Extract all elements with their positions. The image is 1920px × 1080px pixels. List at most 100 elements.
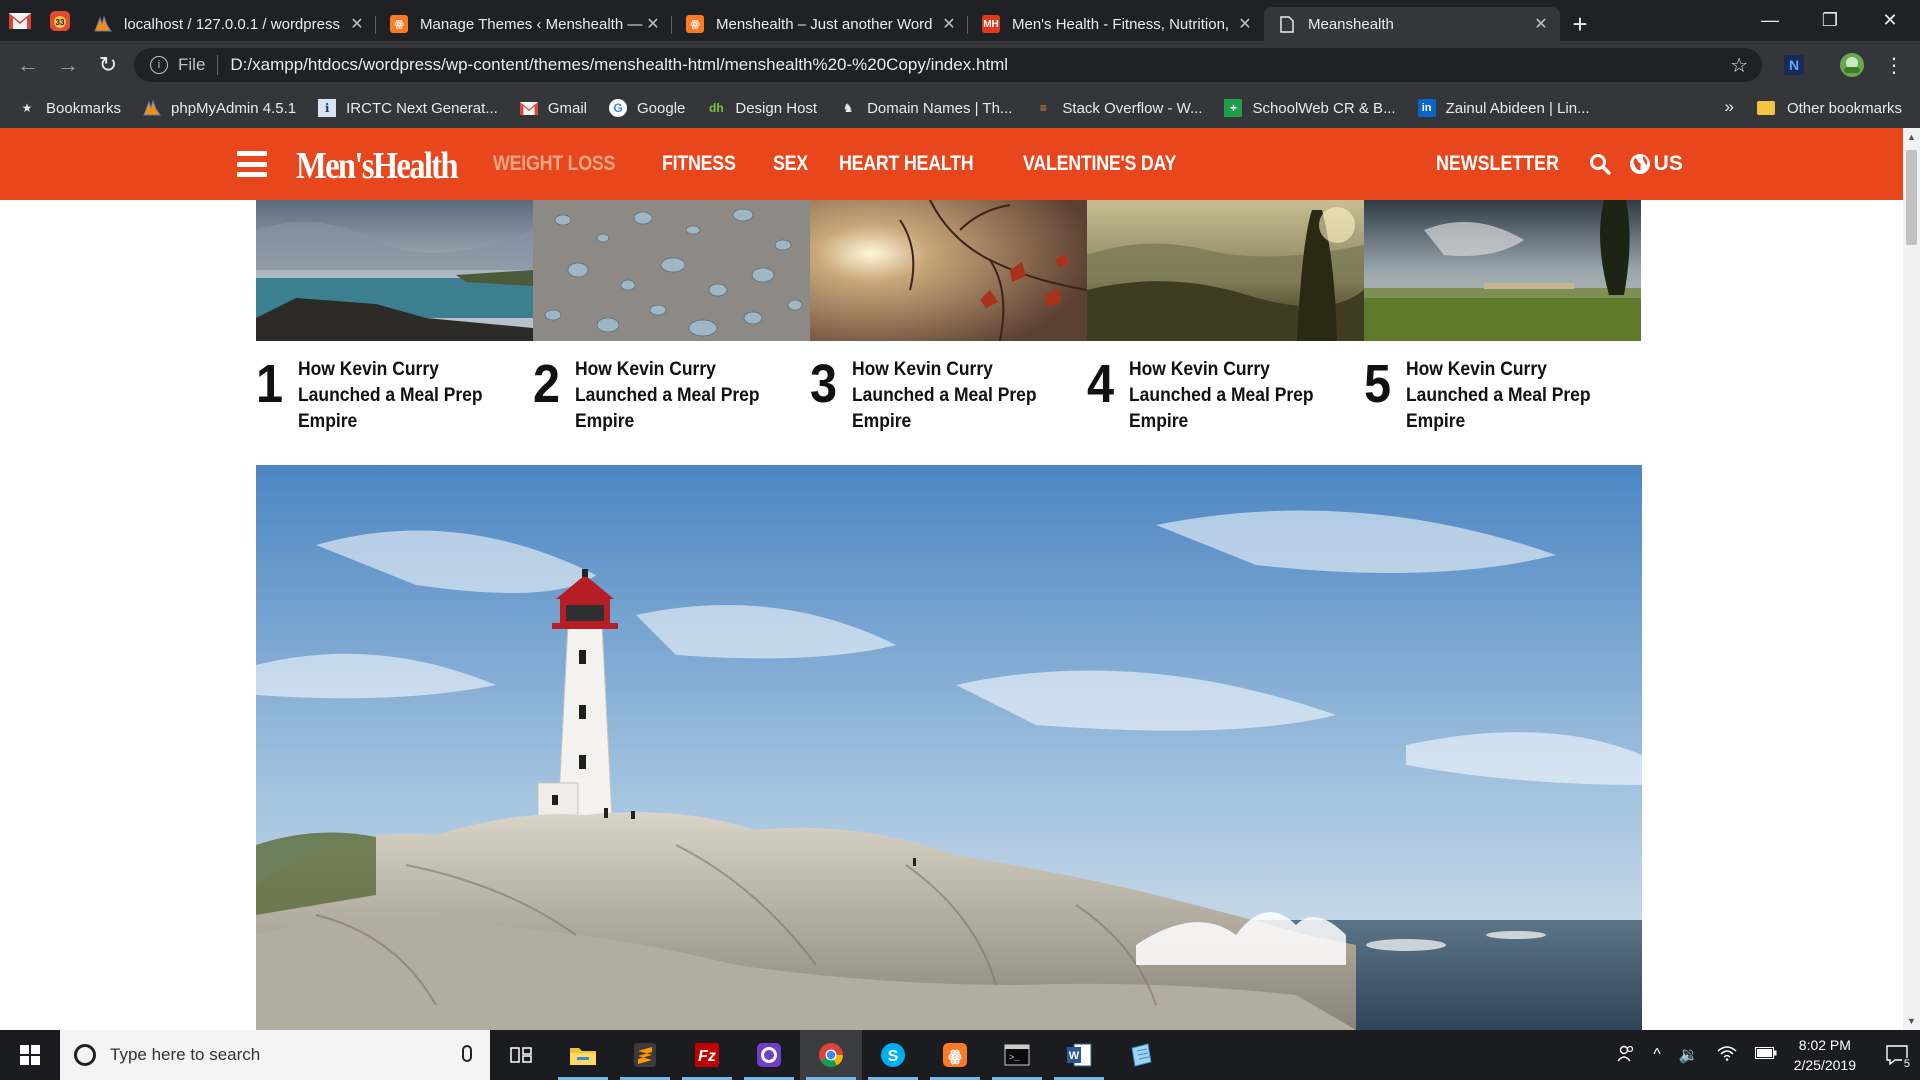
start-button[interactable] bbox=[0, 1030, 60, 1080]
tab-close-icon[interactable]: ✕ bbox=[1236, 14, 1254, 34]
nav-heart-health[interactable]: HEART HEALTH bbox=[839, 152, 974, 176]
trending-card[interactable]: 2 How Kevin Curry Launched a Meal Prep E… bbox=[533, 200, 810, 435]
bookmark-item[interactable]: ★ Bookmarks bbox=[18, 99, 121, 117]
pinned-tab-app[interactable]: 33 bbox=[40, 0, 80, 41]
trending-title[interactable]: How Kevin Curry Launched a Meal Prep Emp… bbox=[852, 357, 1068, 435]
designhost-icon: dh bbox=[709, 101, 724, 115]
microphone-icon[interactable] bbox=[462, 1045, 472, 1062]
task-view-icon[interactable] bbox=[490, 1030, 552, 1080]
chevron-up-icon[interactable]: ^ bbox=[1653, 1046, 1661, 1064]
trending-title[interactable]: How Kevin Curry Launched a Meal Prep Emp… bbox=[1406, 357, 1622, 435]
tab-close-icon[interactable]: ✕ bbox=[940, 14, 958, 34]
xampp-control-icon[interactable]: ꙮ bbox=[924, 1030, 986, 1080]
trending-rank: 3 bbox=[810, 354, 838, 414]
filezilla-icon[interactable]: Fz bbox=[676, 1030, 738, 1080]
bookmark-item[interactable]: + SchoolWeb CR & B... bbox=[1224, 99, 1396, 117]
new-tab-button[interactable]: + bbox=[1560, 7, 1600, 41]
taskbar-search-placeholder: Type here to search bbox=[110, 1045, 261, 1064]
tab-manage-themes[interactable]: ꙮ Manage Themes ‹ Menshealth — ✕ bbox=[376, 7, 672, 41]
taskbar-search[interactable]: Type here to search bbox=[60, 1030, 490, 1080]
main-nav: WEIGHT LOSS FITNESS SEX HEART HEALTH VAL… bbox=[493, 128, 1228, 200]
phpmyadmin-icon bbox=[94, 15, 112, 33]
tab-phpmyadmin[interactable]: localhost / 127.0.0.1 / wordpress ✕ bbox=[80, 7, 376, 41]
hamburger-menu-icon[interactable] bbox=[237, 151, 267, 177]
newsletter-link[interactable]: NEWSLETTER bbox=[1436, 152, 1559, 176]
region-selector[interactable]: US bbox=[1629, 152, 1683, 176]
tab-mens-health-official[interactable]: MH Men's Health - Fitness, Nutrition, ✕ bbox=[968, 7, 1264, 41]
minimize-icon[interactable]: — bbox=[1740, 0, 1800, 41]
tab-close-icon[interactable]: ✕ bbox=[644, 14, 662, 34]
trending-card[interactable]: 5 How Kevin Curry Launched a Meal Prep E… bbox=[1364, 200, 1641, 435]
forward-icon[interactable]: → bbox=[48, 45, 88, 85]
bookmark-item[interactable]: in Zainul Abideen | Lin... bbox=[1417, 99, 1590, 117]
trending-card[interactable]: 4 How Kevin Curry Launched a Meal Prep E… bbox=[1087, 200, 1364, 435]
bookmark-label: IRCTC Next Generat... bbox=[346, 99, 498, 117]
trending-card[interactable]: 3 How Kevin Curry Launched a Meal Prep E… bbox=[810, 199, 1088, 435]
search-icon[interactable] bbox=[1589, 151, 1615, 177]
nav-fitness[interactable]: FITNESS bbox=[662, 152, 736, 176]
nav-weight-loss[interactable]: WEIGHT LOSS bbox=[493, 152, 615, 176]
globe-icon bbox=[1629, 154, 1650, 174]
hero-image-lighthouse[interactable] bbox=[256, 465, 1642, 1030]
word-icon[interactable]: W bbox=[1048, 1030, 1110, 1080]
trending-title[interactable]: How Kevin Curry Launched a Meal Prep Emp… bbox=[298, 357, 514, 435]
trending-card[interactable]: 1 How Kevin Curry Launched a Meal Prep E… bbox=[256, 200, 533, 435]
notepad-icon[interactable] bbox=[1110, 1030, 1172, 1080]
trending-image-autumn-leaves bbox=[810, 199, 1088, 342]
system-clock[interactable]: 8:02 PM 2/25/2019 bbox=[1794, 1035, 1856, 1075]
wifi-icon[interactable] bbox=[1717, 1045, 1737, 1066]
nav-valentines-day[interactable]: VALENTINE'S DAY bbox=[1023, 152, 1176, 176]
trending-rank: 4 bbox=[1087, 354, 1115, 414]
tab-meanshealth-active[interactable]: Meanshealth ✕ bbox=[1264, 7, 1560, 41]
bookmark-item[interactable]: Gmail bbox=[519, 99, 587, 117]
terminal-icon[interactable]: >_ bbox=[986, 1030, 1048, 1080]
skype-icon[interactable]: S bbox=[862, 1030, 924, 1080]
tab-close-icon[interactable]: ✕ bbox=[348, 14, 366, 34]
chrome-icon[interactable] bbox=[800, 1030, 862, 1080]
other-bookmarks[interactable]: Other bookmarks bbox=[1756, 88, 1902, 128]
battery-icon[interactable] bbox=[1754, 1046, 1777, 1064]
bookmark-item[interactable]: phpMyAdmin 4.5.1 bbox=[143, 99, 296, 117]
tab-close-icon[interactable]: ✕ bbox=[1532, 14, 1550, 34]
bookmarks-overflow-icon[interactable]: » bbox=[1725, 97, 1734, 117]
people-icon[interactable] bbox=[1617, 1044, 1635, 1067]
tab-menshealth-wp[interactable]: ꙮ Menshealth – Just another Word ✕ bbox=[672, 7, 968, 41]
google-icon: G bbox=[609, 99, 627, 117]
address-url[interactable]: D:/xampp/htdocs/wordpress/wp-content/the… bbox=[230, 55, 1008, 75]
svg-text:>_: >_ bbox=[1009, 1053, 1020, 1063]
extension-n-icon[interactable]: N bbox=[1780, 51, 1808, 79]
scroll-down-arrow-icon[interactable]: ▼ bbox=[1907, 1016, 1916, 1026]
back-icon[interactable]: ← bbox=[8, 45, 48, 85]
page-scrollbar[interactable]: ▲ ▼ bbox=[1903, 128, 1920, 1030]
bookmark-star-icon[interactable]: ☆ bbox=[1730, 53, 1748, 78]
action-center-icon[interactable]: 5 bbox=[1874, 1030, 1920, 1080]
tab-title: Men's Health - Fitness, Nutrition, bbox=[1012, 15, 1230, 33]
bookmark-item[interactable]: ≡ Stack Overflow - W... bbox=[1034, 99, 1203, 117]
address-bar[interactable]: i File D:/xampp/htdocs/wordpress/wp-cont… bbox=[134, 48, 1762, 82]
domain-icon: ♞ bbox=[842, 101, 854, 115]
bookmark-item[interactable]: ℹ IRCTC Next Generat... bbox=[318, 99, 498, 117]
menu-kebab-icon[interactable]: ⋮ bbox=[1880, 51, 1908, 79]
scrollbar-thumb[interactable] bbox=[1906, 150, 1917, 245]
scroll-up-arrow-icon[interactable]: ▲ bbox=[1907, 132, 1916, 142]
close-window-icon[interactable]: ✕ bbox=[1860, 0, 1920, 41]
bookmark-item[interactable]: ♞ Domain Names | Th... bbox=[839, 99, 1013, 117]
site-logo[interactable]: Men'sHealth bbox=[296, 144, 459, 188]
file-explorer-icon[interactable] bbox=[552, 1030, 614, 1080]
svg-text:S: S bbox=[888, 1048, 899, 1065]
trending-title[interactable]: How Kevin Curry Launched a Meal Prep Emp… bbox=[1129, 357, 1345, 435]
trending-rank: 1 bbox=[256, 354, 284, 414]
trending-title[interactable]: How Kevin Curry Launched a Meal Prep Emp… bbox=[575, 357, 791, 435]
pinned-tab-gmail[interactable] bbox=[0, 0, 40, 41]
nav-sex[interactable]: SEX bbox=[773, 152, 808, 176]
bookmark-item[interactable]: dh Design Host bbox=[707, 99, 817, 117]
info-icon[interactable]: i bbox=[150, 56, 168, 74]
tab-title: Meanshealth bbox=[1308, 15, 1394, 33]
bookmark-item[interactable]: G Google bbox=[609, 99, 685, 117]
sublime-text-icon[interactable] bbox=[614, 1030, 676, 1080]
restore-icon[interactable]: ❐ bbox=[1800, 0, 1860, 41]
profile-avatar[interactable] bbox=[1838, 51, 1866, 79]
github-desktop-icon[interactable] bbox=[738, 1030, 800, 1080]
volume-icon[interactable]: 🔉 bbox=[1679, 1045, 1699, 1065]
reload-icon[interactable]: ↻ bbox=[88, 45, 128, 85]
